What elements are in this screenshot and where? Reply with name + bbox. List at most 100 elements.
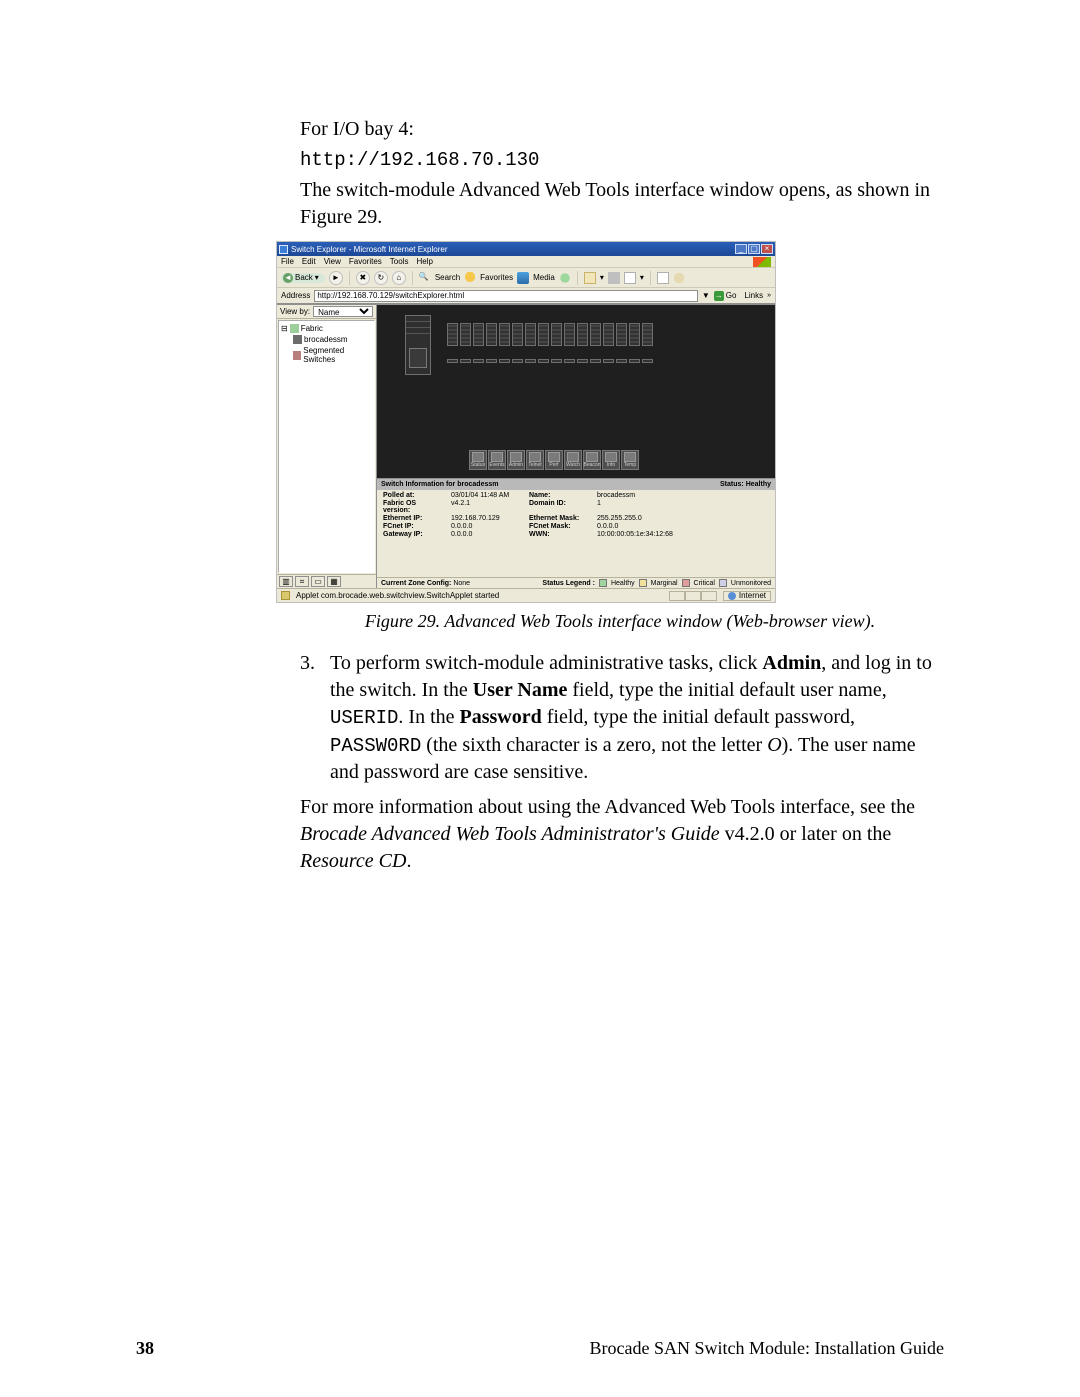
page-footer: 38 Brocade SAN Switch Module: Installati…: [0, 1338, 1080, 1359]
info-title-prefix: Switch Information for: [381, 481, 457, 488]
step-text: To perform switch-module administrative …: [330, 650, 940, 786]
tree-fabric[interactable]: ⊟Fabric: [281, 323, 372, 334]
discuss-icon[interactable]: [657, 272, 669, 284]
fos-label: Fabric OS version:: [383, 500, 443, 514]
refresh-button[interactable]: ↻: [374, 271, 388, 285]
minimize-button[interactable]: _: [735, 244, 747, 254]
address-label: Address: [281, 291, 310, 300]
status-value: Healthy: [746, 481, 771, 488]
browser-status-bar: Applet com.brocade.web.switchview.Switch…: [277, 588, 775, 602]
window-title: Switch Explorer - Microsoft Internet Exp…: [291, 245, 448, 254]
menu-file[interactable]: File: [281, 257, 294, 266]
status-legend: Status Legend : Healthy Marginal Critica…: [542, 579, 771, 587]
btn-watch[interactable]: Watch: [564, 450, 582, 470]
opens-sentence: The switch-module Advanced Web Tools int…: [300, 177, 940, 231]
eip-label: Ethernet IP:: [383, 515, 443, 522]
fabric-tree-panel: View by: Name ⊟Fabric brocadessm Segment…: [277, 305, 377, 588]
bay-url: http://192.168.70.130: [300, 149, 940, 171]
gw-value: 0.0.0.0: [451, 531, 521, 538]
fcip-value: 0.0.0.0: [451, 523, 521, 530]
wwn-label: WWN:: [529, 531, 589, 538]
address-input[interactable]: [314, 290, 697, 302]
applet-status: Applet com.brocade.web.switchview.Switch…: [296, 591, 499, 600]
tree-segmented[interactable]: Segmented Switches: [281, 345, 372, 365]
back-label: Back: [295, 273, 313, 282]
print-icon[interactable]: [608, 272, 620, 284]
chassis-icon: [405, 315, 431, 375]
search-label[interactable]: Search: [435, 273, 460, 282]
fos-value: v4.2.1: [451, 500, 521, 514]
media-icon[interactable]: [517, 272, 529, 284]
go-button[interactable]: →Go: [714, 291, 737, 301]
polled-label: Polled at:: [383, 492, 443, 499]
zone-internet: Internet: [723, 591, 771, 601]
screenshot-ie-window: Switch Explorer - Microsoft Internet Exp…: [276, 241, 776, 603]
globe-icon: [728, 592, 736, 600]
fcip-label: FCnet IP:: [383, 523, 443, 530]
name-value: brocadessm: [597, 492, 672, 499]
menu-edit[interactable]: Edit: [302, 257, 316, 266]
viewby-select[interactable]: Name: [313, 306, 373, 317]
info-title-name: brocadessm: [457, 481, 498, 488]
btn-status[interactable]: Status: [469, 450, 487, 470]
toolbar: ◄Back ▾ ► ✖ ↻ ⌂ 🔍Search Favorites Media …: [277, 268, 775, 288]
tree-btn-1[interactable]: ▥: [279, 576, 293, 587]
port-grid: [447, 323, 653, 346]
forward-button[interactable]: ►: [329, 271, 343, 285]
btn-temp[interactable]: Temp: [621, 450, 639, 470]
go-label: Go: [726, 291, 737, 300]
wwn-value: 10:00:00:05:1e:34:12:68: [597, 531, 672, 538]
links-label[interactable]: Links: [744, 291, 763, 300]
switch-visualization: Status Events Admin Telnet Perf Watch Be…: [377, 305, 775, 478]
emask-value: 255.255.255.0: [597, 515, 672, 522]
windows-flag-icon: [753, 257, 771, 267]
maximize-button[interactable]: ▢: [748, 244, 760, 254]
close-button[interactable]: ×: [761, 244, 773, 254]
search-icon[interactable]: 🔍: [419, 272, 431, 284]
domainid-label: Domain ID:: [529, 500, 589, 514]
domainid-value: 1: [597, 500, 672, 514]
btn-telnet[interactable]: Telnet: [526, 450, 544, 470]
footer-title: Brocade SAN Switch Module: Installation …: [590, 1338, 944, 1359]
menu-help[interactable]: Help: [416, 257, 432, 266]
led-row: [447, 359, 653, 363]
zone-label: Current Zone Config:: [381, 580, 451, 587]
research-icon[interactable]: [673, 272, 685, 284]
back-button[interactable]: ◄Back ▾: [281, 273, 325, 283]
btn-info[interactable]: Info: [602, 450, 620, 470]
zone-value: None: [453, 580, 470, 587]
fcmask-value: 0.0.0.0: [597, 523, 672, 530]
address-bar: Address ▼ →Go Links»: [277, 288, 775, 304]
home-button[interactable]: ⌂: [392, 271, 406, 285]
fcmask-label: FCnet Mask:: [529, 523, 589, 530]
status-label: Status:: [720, 481, 744, 488]
tree-switch[interactable]: brocadessm: [281, 334, 372, 345]
btn-beacon[interactable]: Beacon: [583, 450, 601, 470]
btn-admin[interactable]: Admin: [507, 450, 525, 470]
tree-btn-3[interactable]: ▭: [311, 576, 325, 587]
more-info: For more information about using the Adv…: [300, 794, 940, 875]
stop-button[interactable]: ✖: [356, 271, 370, 285]
tree-btn-4[interactable]: ▦: [327, 576, 341, 587]
gw-label: Gateway IP:: [383, 531, 443, 538]
menu-tools[interactable]: Tools: [390, 257, 409, 266]
name-label: Name:: [529, 492, 589, 499]
titlebar: Switch Explorer - Microsoft Internet Exp…: [277, 242, 775, 256]
emask-label: Ethernet Mask:: [529, 515, 589, 522]
mail-icon[interactable]: [584, 272, 596, 284]
menu-favorites[interactable]: Favorites: [349, 257, 382, 266]
btn-perf[interactable]: Perf: [545, 450, 563, 470]
favorites-icon[interactable]: [464, 272, 476, 284]
tree-btn-2[interactable]: ⌗: [295, 576, 309, 587]
history-icon[interactable]: [559, 272, 571, 284]
btn-events[interactable]: Events: [488, 450, 506, 470]
favorites-label[interactable]: Favorites: [480, 273, 513, 282]
ie-icon: [279, 245, 288, 254]
page-number: 38: [136, 1338, 154, 1359]
step-number: 3.: [300, 650, 320, 786]
edit-icon[interactable]: [624, 272, 636, 284]
media-label[interactable]: Media: [533, 273, 555, 282]
java-icon: [281, 591, 290, 600]
menubar: File Edit View Favorites Tools Help: [277, 256, 775, 268]
menu-view[interactable]: View: [324, 257, 341, 266]
